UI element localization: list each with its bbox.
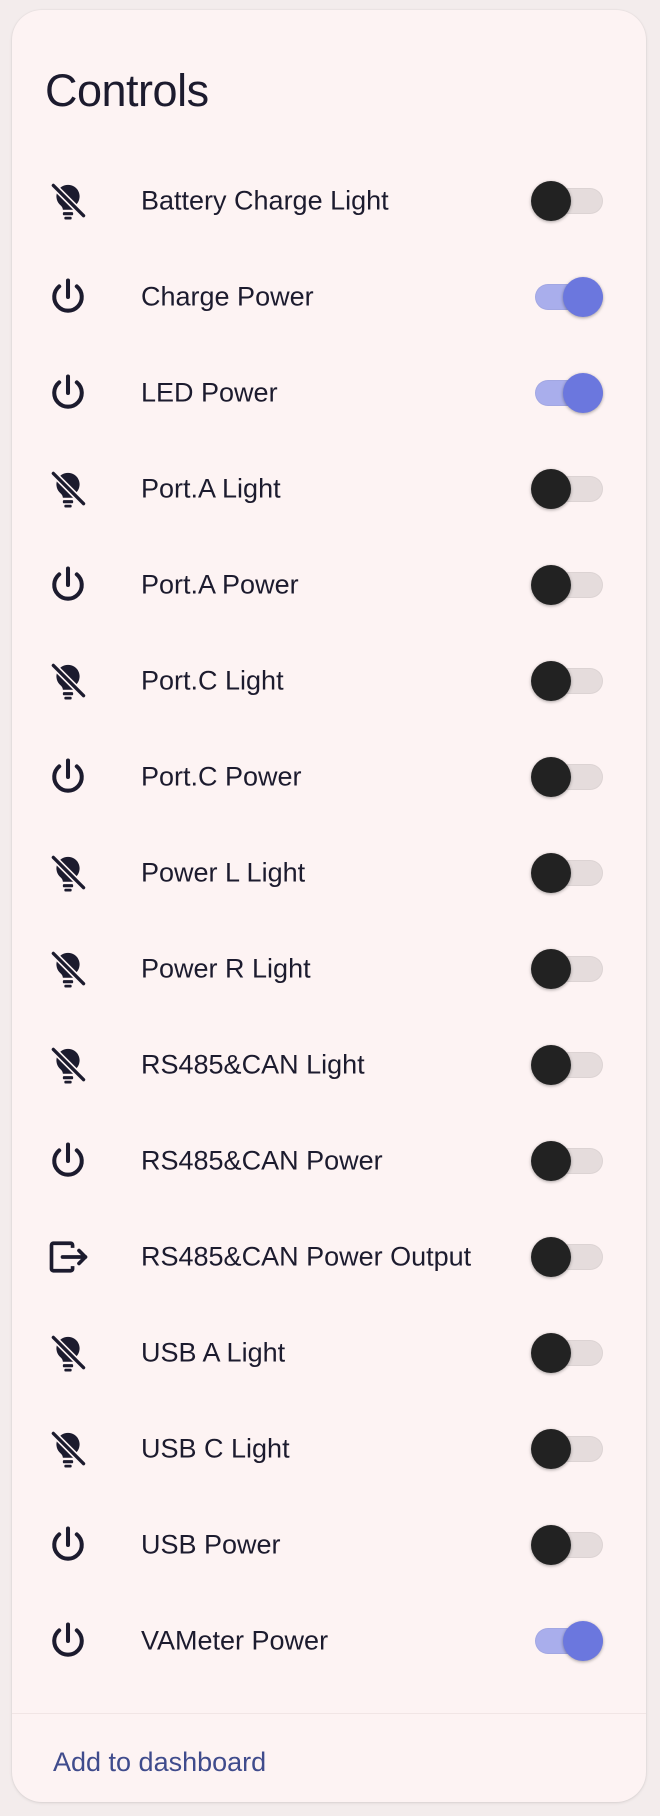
toggle-port-c-light[interactable] [531, 661, 603, 701]
controls-card: Controls Battery Charge Light Charge Powe… [12, 10, 646, 1802]
toggle-knob [563, 277, 603, 317]
controls-list: Battery Charge Light Charge Power LED Powe… [12, 153, 646, 1689]
power-icon [44, 1521, 92, 1569]
toggle-knob [531, 661, 571, 701]
control-row-port-a-power: Port.A Power [12, 537, 646, 633]
toggle-knob [531, 469, 571, 509]
toggle-rs485-and-can-power[interactable] [531, 1141, 603, 1181]
control-row-usb-a-light: USB A Light [12, 1305, 646, 1401]
control-label: RS485&CAN Power Output [141, 1241, 472, 1272]
export-icon [44, 1233, 92, 1281]
toggle-rs485-and-can-light[interactable] [531, 1045, 603, 1085]
toggle-usb-c-light[interactable] [531, 1429, 603, 1469]
control-row-usb-c-light: USB C Light [12, 1401, 646, 1497]
toggle-knob [531, 949, 571, 989]
toggle-usb-a-light[interactable] [531, 1333, 603, 1373]
toggle-knob [531, 1333, 571, 1373]
control-label: Port.A Power [141, 569, 299, 600]
toggle-power-l-light[interactable] [531, 853, 603, 893]
power-icon [44, 561, 92, 609]
toggle-knob [531, 1525, 571, 1565]
control-label: LED Power [141, 377, 278, 408]
toggle-knob [563, 373, 603, 413]
power-icon [44, 1137, 92, 1185]
control-label: USB A Light [141, 1337, 286, 1368]
toggle-port-c-power[interactable] [531, 757, 603, 797]
control-label: Battery Charge Light [141, 185, 389, 216]
lightbulb-off-icon [44, 945, 92, 993]
footer-divider [12, 1713, 646, 1714]
lightbulb-off-icon [44, 1041, 92, 1089]
control-row-charge-power: Charge Power [12, 249, 646, 345]
control-label: USB Power [141, 1529, 281, 1560]
control-row-port-c-power: Port.C Power [12, 729, 646, 825]
control-label: Charge Power [141, 281, 314, 312]
control-label: USB C Light [141, 1433, 290, 1464]
toggle-knob [531, 1045, 571, 1085]
toggle-knob [531, 1237, 571, 1277]
toggle-knob [531, 1141, 571, 1181]
control-row-port-a-light: Port.A Light [12, 441, 646, 537]
add-to-dashboard-button[interactable]: Add to dashboard [53, 1747, 266, 1778]
power-icon [44, 1617, 92, 1665]
power-icon [44, 273, 92, 321]
power-icon [44, 753, 92, 801]
toggle-knob [531, 757, 571, 797]
control-label: Power R Light [141, 953, 311, 984]
power-icon [44, 369, 92, 417]
control-row-rs485-and-can-power: RS485&CAN Power [12, 1113, 646, 1209]
toggle-charge-power[interactable] [531, 277, 603, 317]
toggle-vameter-power[interactable] [531, 1621, 603, 1661]
toggle-knob [531, 853, 571, 893]
control-row-led-power: LED Power [12, 345, 646, 441]
lightbulb-off-icon [44, 657, 92, 705]
lightbulb-off-icon [44, 465, 92, 513]
toggle-knob [531, 1429, 571, 1469]
control-label: RS485&CAN Light [141, 1049, 365, 1080]
control-label: Power L Light [141, 857, 306, 888]
toggle-port-a-power[interactable] [531, 565, 603, 605]
control-label: Port.C Power [141, 761, 302, 792]
control-row-power-l-light: Power L Light [12, 825, 646, 921]
control-row-power-r-light: Power R Light [12, 921, 646, 1017]
control-row-usb-power: USB Power [12, 1497, 646, 1593]
toggle-port-a-light[interactable] [531, 469, 603, 509]
toggle-knob [531, 565, 571, 605]
toggle-usb-power[interactable] [531, 1525, 603, 1565]
control-row-battery-charge-light: Battery Charge Light [12, 153, 646, 249]
toggle-rs485-and-can-power-output[interactable] [531, 1237, 603, 1277]
lightbulb-off-icon [44, 177, 92, 225]
control-label: Port.A Light [141, 473, 281, 504]
control-row-rs485-and-can-power-output: RS485&CAN Power Output [12, 1209, 646, 1305]
control-label: VAMeter Power [141, 1625, 329, 1656]
lightbulb-off-icon [44, 1425, 92, 1473]
control-label: Port.C Light [141, 665, 284, 696]
toggle-knob [531, 181, 571, 221]
toggle-led-power[interactable] [531, 373, 603, 413]
lightbulb-off-icon [44, 849, 92, 897]
toggle-power-r-light[interactable] [531, 949, 603, 989]
control-label: RS485&CAN Power [141, 1145, 383, 1176]
control-row-vameter-power: VAMeter Power [12, 1593, 646, 1689]
lightbulb-off-icon [44, 1329, 92, 1377]
toggle-battery-charge-light[interactable] [531, 181, 603, 221]
card-title: Controls [45, 65, 209, 116]
control-row-port-c-light: Port.C Light [12, 633, 646, 729]
toggle-knob [563, 1621, 603, 1661]
control-row-rs485-and-can-light: RS485&CAN Light [12, 1017, 646, 1113]
